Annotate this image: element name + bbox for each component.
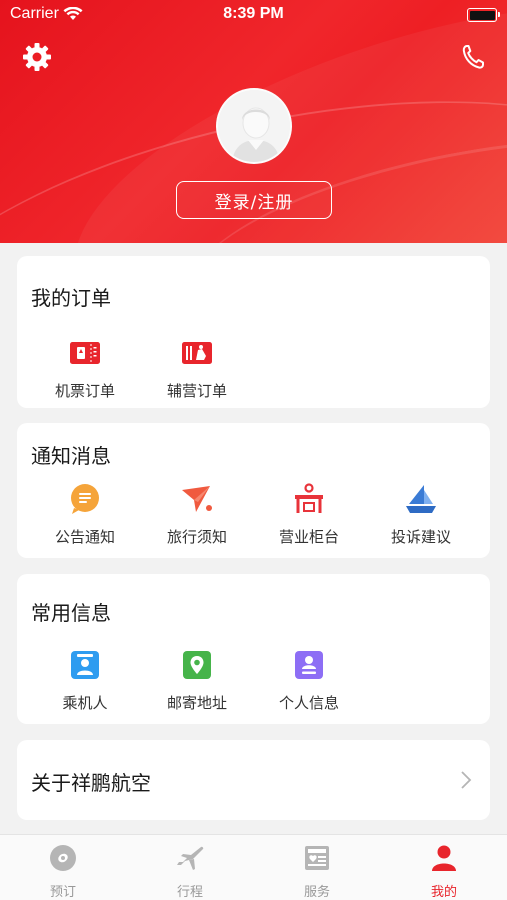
ticket-icon (70, 342, 100, 364)
grid-item-label: 个人信息 (278, 694, 339, 712)
travel-notice-entry[interactable]: 旅行须知 (142, 482, 252, 547)
status-time: 8:39 PM (223, 5, 284, 22)
notices-card: 通知消息 公告通知 旅行须知 营业柜台 投诉建议 (17, 423, 490, 558)
grid-item-label: 公告通知 (54, 528, 115, 546)
tab-service[interactable]: 服务 (277, 843, 357, 900)
section-title: 通知消息 (31, 444, 111, 468)
passenger-icon (71, 651, 99, 679)
paper-plane-icon (182, 486, 212, 512)
chevron-right-icon (461, 771, 472, 789)
tab-label: 我的 (430, 885, 457, 900)
profile-icon (295, 651, 323, 679)
avatar[interactable] (216, 88, 292, 164)
complaint-feedback-entry[interactable]: 投诉建议 (366, 482, 476, 547)
announcement-icon (71, 484, 99, 514)
common-info-card: 常用信息 乘机人 邮寄地址 个人信息 (17, 574, 490, 724)
grid-item-label: 机票订单 (54, 382, 115, 400)
grid-item-label: 乘机人 (62, 694, 108, 712)
tab-booking[interactable]: 预订 (23, 843, 103, 900)
tab-label: 服务 (303, 885, 330, 900)
battery-icon (467, 8, 500, 22)
flight-order-entry[interactable]: 机票订单 (30, 336, 140, 401)
sales-counter-entry[interactable]: 营业柜台 (254, 482, 364, 547)
about-label: 关于祥鹏航空 (31, 771, 151, 795)
ancillary-order-entry[interactable]: 辅营订单 (142, 336, 252, 401)
airplane-icon (177, 846, 204, 870)
person-icon (432, 845, 456, 871)
tab-label: 行程 (176, 885, 203, 900)
personal-info-entry[interactable]: 个人信息 (254, 648, 364, 713)
tab-label: 预订 (49, 885, 76, 900)
section-title: 常用信息 (31, 601, 111, 625)
grid-item-label: 邮寄地址 (166, 694, 227, 712)
tab-itinerary[interactable]: 行程 (150, 843, 230, 900)
settings-gear-icon[interactable] (22, 42, 52, 72)
passenger-entry[interactable]: 乘机人 (30, 648, 140, 713)
grid-item-label: 营业柜台 (278, 528, 339, 546)
status-bar: Carrier 8:39 PM (0, 0, 507, 30)
about-airline-row[interactable]: 关于祥鹏航空 (17, 740, 490, 820)
feedback-icon (406, 485, 436, 513)
phone-icon[interactable] (461, 44, 485, 70)
profile-header: Carrier 8:39 PM 登录/注册 (0, 0, 507, 243)
ancillary-ticket-icon (182, 342, 212, 364)
service-icon (305, 846, 329, 870)
grid-item-label: 旅行须知 (166, 528, 227, 546)
mailing-address-entry[interactable]: 邮寄地址 (142, 648, 252, 713)
login-register-button[interactable]: 登录/注册 (176, 181, 332, 219)
counter-icon (295, 483, 323, 513)
announcement-entry[interactable]: 公告通知 (30, 482, 140, 547)
booking-icon (50, 845, 76, 871)
location-icon (183, 651, 211, 679)
grid-item-label: 辅营订单 (166, 382, 227, 400)
section-title: 我的订单 (31, 286, 111, 310)
grid-item-label: 投诉建议 (390, 528, 451, 546)
tab-bar: 预订 行程 服务 我的 (0, 834, 507, 900)
tab-mine[interactable]: 我的 (404, 843, 484, 900)
my-orders-card: 我的订单 机票订单 辅营订单 (17, 256, 490, 408)
